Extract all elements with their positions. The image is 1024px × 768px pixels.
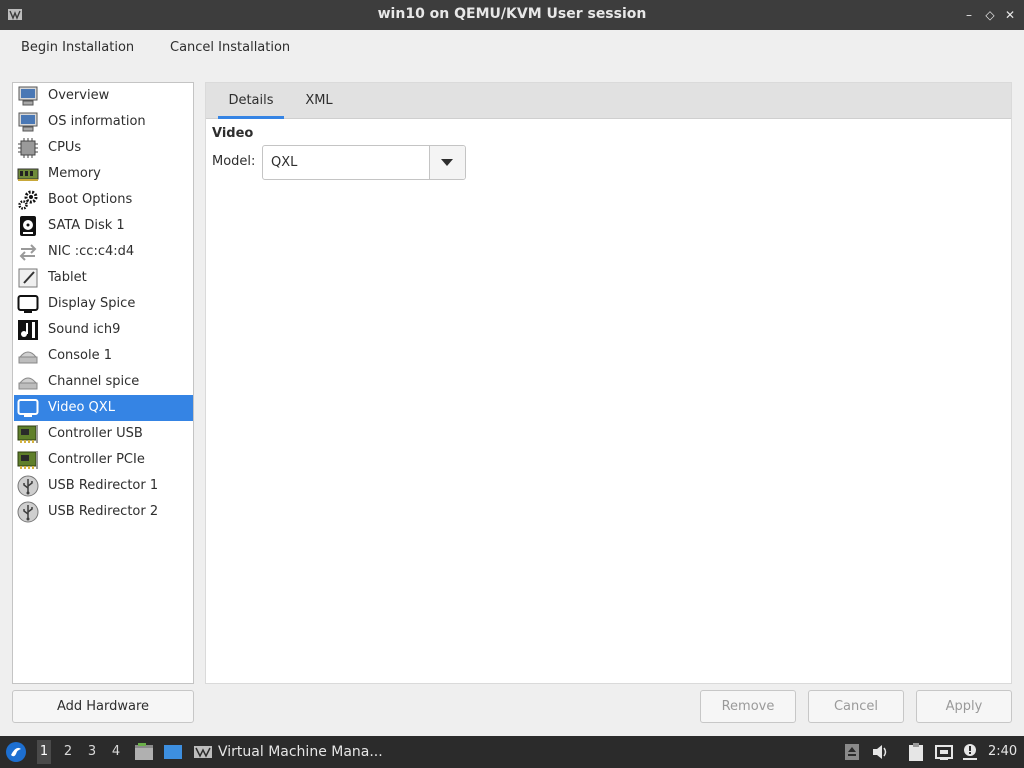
workspace-1[interactable]: 1: [37, 740, 51, 764]
workspace-4[interactable]: 4: [109, 744, 123, 759]
sidebar-item-label: Sound ich9: [48, 322, 121, 337]
distro-menu-icon[interactable]: [5, 741, 27, 763]
sidebar-item-label: USB Redirector 2: [48, 504, 159, 519]
model-select[interactable]: QXL: [262, 145, 466, 180]
sidebar-item-label: Console 1: [48, 348, 113, 363]
apply-button[interactable]: Apply: [916, 690, 1012, 723]
add-hardware-button[interactable]: Add Hardware: [12, 690, 194, 723]
taskbar-task-label: Virtual Machine Mana...: [218, 744, 383, 760]
sidebar-item-cpus[interactable]: CPUs: [14, 135, 193, 161]
cancel-installation-button[interactable]: Cancel Installation: [170, 40, 290, 60]
taskbar: 1 2 3 4 Virtual Machine Mana... 2:40: [0, 736, 1024, 768]
workspace-2[interactable]: 2: [61, 744, 75, 759]
sidebar-item-label: NIC :cc:c4:d4: [48, 244, 135, 259]
cpu-chip-icon: [17, 137, 39, 159]
sidebar-item-label: Display Spice: [48, 296, 136, 311]
sidebar-item-boot-options[interactable]: Boot Options: [14, 187, 193, 213]
taskbar-virt-manager[interactable]: Virtual Machine Mana...: [190, 736, 390, 768]
serial-port-icon: [17, 371, 39, 393]
model-dropdown-button[interactable]: [429, 146, 465, 179]
details-panel: Details XML Video Model: QXL: [205, 82, 1012, 684]
monitor-info-icon: [17, 85, 39, 107]
tab-details-label: Details: [228, 93, 274, 108]
sidebar-item-controller-usb[interactable]: Controller USB: [14, 421, 193, 447]
serial-port-icon: [17, 345, 39, 367]
pci-card-icon: [17, 449, 39, 471]
video-display-icon: [17, 397, 39, 419]
toolbar: Begin Installation Cancel Installation: [0, 30, 1024, 70]
gears-icon: [17, 189, 39, 211]
sidebar-item-os-information[interactable]: OS information: [14, 109, 193, 135]
sidebar-item-nic[interactable]: NIC :cc:c4:d4: [14, 239, 193, 265]
sidebar-item-usb-redirector-1[interactable]: USB Redirector 1: [14, 473, 193, 499]
sidebar-item-sound-ich9[interactable]: Sound ich9: [14, 317, 193, 343]
sidebar-item-label: Overview: [48, 88, 110, 103]
sidebar-item-label: USB Redirector 1: [48, 478, 159, 493]
notification-icon[interactable]: [960, 742, 980, 762]
sidebar-item-label: Controller PCIe: [48, 452, 145, 467]
sidebar-item-usb-redirector-2[interactable]: USB Redirector 2: [14, 499, 193, 525]
eject-icon[interactable]: [842, 742, 862, 762]
memory-module-icon: [17, 163, 39, 185]
network-arrows-icon: [17, 241, 39, 263]
workspace-3[interactable]: 3: [85, 744, 99, 759]
tab-xml-label: XML: [305, 93, 333, 108]
display-icon: [17, 293, 39, 315]
sidebar-item-sata-disk-1[interactable]: SATA Disk 1: [14, 213, 193, 239]
sidebar-item-channel-spice[interactable]: Channel spice: [14, 369, 193, 395]
sidebar-item-label: CPUs: [48, 140, 82, 155]
usb-icon: [17, 475, 39, 497]
model-label: Model:: [212, 154, 256, 169]
sidebar-item-label: SATA Disk 1: [48, 218, 125, 233]
tab-xml[interactable]: XML: [294, 83, 344, 119]
clipboard-icon[interactable]: [906, 742, 926, 762]
remove-label: Remove: [721, 699, 775, 714]
combo-separator: [429, 146, 430, 179]
clock: 2:40: [988, 744, 1018, 759]
tab-bar: Details XML: [206, 83, 1011, 119]
virt-manager-icon: [194, 746, 212, 762]
tab-details[interactable]: Details: [218, 83, 284, 119]
sidebar-item-video-qxl[interactable]: Video QXL: [14, 395, 193, 421]
pci-card-icon: [17, 423, 39, 445]
sidebar-item-label: OS information: [48, 114, 146, 129]
sidebar-item-controller-pcie[interactable]: Controller PCIe: [14, 447, 193, 473]
begin-installation-button[interactable]: Begin Installation: [21, 40, 134, 60]
usb-icon: [17, 501, 39, 523]
sidebar-item-display-spice[interactable]: Display Spice: [14, 291, 193, 317]
network-icon[interactable]: [934, 742, 954, 762]
add-hardware-label: Add Hardware: [56, 699, 150, 714]
chevron-down-icon: [441, 159, 453, 166]
model-select-value: QXL: [271, 155, 298, 170]
section-title: Video: [212, 126, 254, 141]
hardware-list: Overview OS information CPUs Memory Boot…: [12, 82, 194, 684]
window-title: win10 on QEMU/KVM User session: [377, 6, 647, 22]
sound-card-icon: [17, 319, 39, 341]
sidebar-item-console-1[interactable]: Console 1: [14, 343, 193, 369]
minimize-button[interactable]: –: [962, 8, 976, 22]
maximize-button[interactable]: ◇: [983, 8, 997, 22]
cancel-label: Cancel: [833, 699, 879, 714]
window-titlebar[interactable]: win10 on QEMU/KVM User session – ◇ ✕: [0, 0, 1024, 30]
sidebar-item-label: Tablet: [48, 270, 87, 285]
file-manager-icon[interactable]: [134, 742, 154, 762]
tablet-pen-icon: [17, 267, 39, 289]
cancel-button[interactable]: Cancel: [808, 690, 904, 723]
close-button[interactable]: ✕: [1003, 8, 1017, 22]
volume-icon[interactable]: [870, 742, 890, 762]
hard-disk-icon: [17, 215, 39, 237]
sidebar-item-label: Boot Options: [48, 192, 133, 207]
sidebar-item-label: Memory: [48, 166, 101, 181]
sidebar-item-label: Controller USB: [48, 426, 143, 441]
desktop-icon[interactable]: [163, 742, 183, 762]
sidebar-item-label: Video QXL: [48, 400, 115, 415]
sidebar-item-label: Channel spice: [48, 374, 140, 389]
monitor-info-icon: [17, 111, 39, 133]
sidebar-item-overview[interactable]: Overview: [14, 83, 193, 109]
apply-label: Apply: [945, 699, 983, 714]
remove-button[interactable]: Remove: [700, 690, 796, 723]
sidebar-item-memory[interactable]: Memory: [14, 161, 193, 187]
sidebar-item-tablet[interactable]: Tablet: [14, 265, 193, 291]
